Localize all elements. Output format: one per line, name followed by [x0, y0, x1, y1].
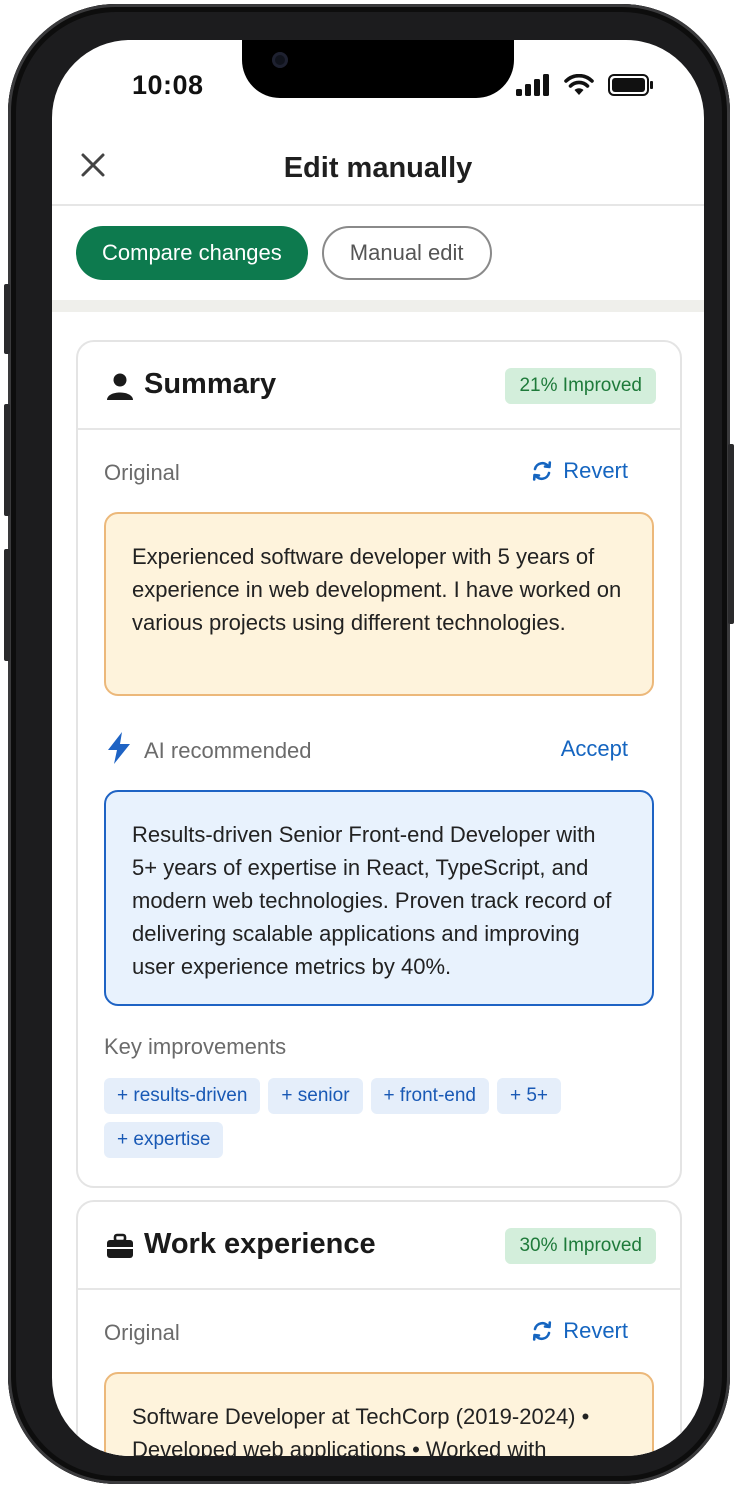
improvement-chip[interactable]: + 5+: [496, 1078, 562, 1114]
briefcase-icon: [107, 1233, 133, 1258]
work-improved-badge: 30% Improved: [505, 1228, 656, 1264]
tab-compare-changes[interactable]: Compare changes: [76, 226, 308, 280]
volume-down-button: [4, 549, 10, 661]
work-title: Work experience: [144, 1228, 376, 1260]
original-label: Original: [104, 460, 180, 485]
ai-recommended-label: AI recommended: [144, 738, 312, 763]
summary-revert-button[interactable]: Revert: [531, 458, 628, 484]
lightning-icon: [108, 732, 130, 764]
key-improvements-chips: + results-driven + senior + front-end + …: [104, 1078, 624, 1158]
improvement-chip[interactable]: + front-end: [370, 1078, 489, 1114]
wifi-icon: [564, 74, 594, 95]
status-bar: 10:08: [52, 40, 704, 120]
top-bar: Edit manually: [52, 132, 704, 206]
summary-ai-row: AI recommended Accept: [78, 730, 680, 770]
improvement-chip[interactable]: + senior: [268, 1078, 363, 1114]
summary-original-row: Original Revert: [78, 452, 680, 492]
section-divider: [52, 300, 704, 312]
battery-icon: [608, 74, 653, 96]
summary-title: Summary: [144, 368, 277, 400]
summary-ai-text: Results-driven Senior Front-end Develope…: [104, 790, 654, 1006]
work-original-text: Software Developer at TechCorp (2019-202…: [104, 1372, 654, 1456]
page-title: Edit manually: [283, 152, 473, 184]
mute-switch: [4, 284, 10, 354]
key-improvements-label: Key improvements: [104, 1034, 287, 1059]
work-original-row: Original Revert: [78, 1312, 680, 1352]
revert-icon: [533, 461, 552, 481]
view-tabs: Compare changes Manual edit: [76, 226, 492, 280]
screen: 10:08 Edit manually Compare changes Manu…: [52, 40, 704, 1456]
cellular-signal-icon: [516, 74, 549, 96]
revert-icon: [533, 1321, 552, 1341]
summary-card-header: Summary 21% Improved: [78, 342, 680, 430]
summary-original-text: Experienced software developer with 5 ye…: [104, 512, 654, 696]
improvement-chip[interactable]: + expertise: [104, 1122, 224, 1158]
revert-label: Revert: [563, 1318, 628, 1343]
original-label: Original: [104, 1320, 180, 1345]
summary-improved-badge: 21% Improved: [505, 368, 656, 404]
work-card-header: Work experience 30% Improved: [78, 1202, 680, 1290]
person-icon: [107, 373, 133, 400]
status-time: 10:08: [132, 70, 204, 100]
work-revert-button[interactable]: Revert: [531, 1318, 628, 1344]
status-icons: [516, 74, 654, 96]
phone-frame: 10:08 Edit manually Compare changes Manu…: [4, 4, 734, 1484]
improvement-chip[interactable]: + results-driven: [104, 1078, 261, 1114]
work-experience-card: Work experience 30% Improved Original Re…: [76, 1200, 682, 1456]
summary-accept-button[interactable]: Accept: [561, 736, 628, 762]
volume-up-button: [4, 404, 10, 516]
revert-label: Revert: [563, 458, 628, 483]
summary-card: Summary 21% Improved Original Revert Exp…: [76, 340, 682, 1188]
power-button: [728, 444, 734, 624]
tab-manual-edit[interactable]: Manual edit: [321, 226, 492, 280]
